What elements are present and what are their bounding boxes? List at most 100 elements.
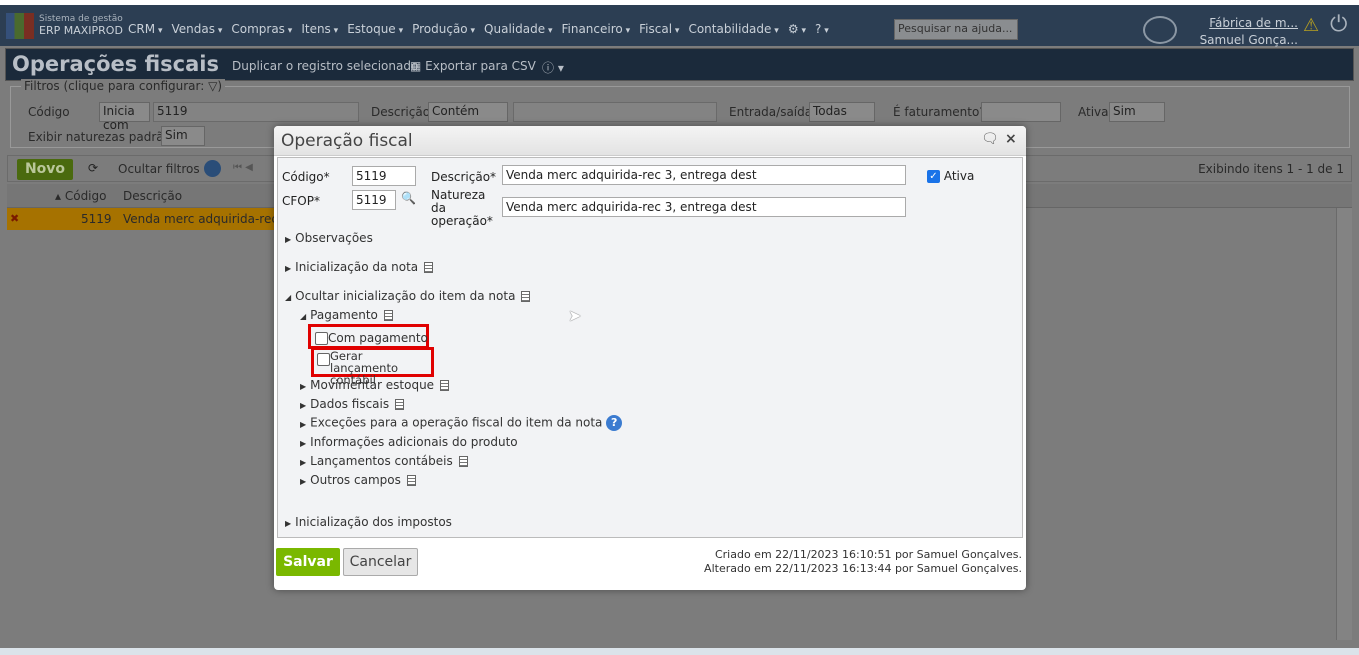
table-row[interactable]: ✖ 5119 Venda merc adquirida-rec 3: [7, 208, 289, 230]
menu-contabilidade[interactable]: Contabilidade: [688, 22, 778, 36]
descricao-operator-select[interactable]: Contém: [428, 102, 508, 122]
expand-icon: ▶: [300, 401, 307, 410]
menu-producao[interactable]: Produção: [412, 22, 475, 36]
help-icon[interactable]: ?: [606, 415, 623, 431]
codigo-operator-select[interactable]: Inicia com: [99, 102, 150, 132]
menu-financeiro[interactable]: Financeiro: [561, 22, 630, 36]
expand-icon: ▶: [285, 264, 292, 273]
notes-icon[interactable]: [521, 291, 531, 302]
section-impostos[interactable]: ▶ Inicialização dos impostos: [285, 515, 452, 529]
expand-icon: ▶: [300, 419, 307, 429]
user-menu[interactable]: Samuel Gonça...: [1200, 33, 1298, 47]
audit-info: Criado em 22/11/2023 16:10:51 por Samuel…: [704, 548, 1022, 576]
refresh-icon[interactable]: ⟳: [88, 161, 98, 175]
section-label: Dados fiscais: [310, 397, 390, 411]
expand-icon: ▶: [300, 477, 307, 486]
section-ocultar-item[interactable]: ◢ Ocultar inicialização do item da nota: [285, 289, 531, 303]
cfop-input[interactable]: 5119: [352, 190, 396, 210]
menu-itens[interactable]: Itens: [301, 22, 338, 36]
section-label: Exceções para a operação fiscal do item …: [310, 415, 603, 430]
cell-descricao: Venda merc adquirida-rec 3: [123, 212, 290, 226]
descricao-filter-input[interactable]: [513, 102, 717, 122]
section-label: Observações: [295, 231, 373, 245]
ativa-checkbox[interactable]: ✓ Ativa: [927, 169, 974, 183]
duplicate-link[interactable]: Duplicar o registro selecionado: [232, 59, 418, 73]
com-pagamento-checkbox[interactable]: Com pagamento: [315, 331, 428, 345]
hide-filters-button[interactable]: Ocultar filtros: [118, 162, 200, 176]
faturamento-select[interactable]: [981, 102, 1061, 122]
section-outros[interactable]: ▶ Outros campos: [300, 473, 416, 487]
ativa-label: Ativa: [1078, 105, 1109, 119]
column-descricao[interactable]: Descrição: [123, 189, 182, 203]
page-title: Operações fiscais: [12, 52, 219, 76]
save-button[interactable]: Salvar: [276, 548, 340, 576]
natureza-input[interactable]: Venda merc adquirida-rec 3, entrega dest: [502, 197, 906, 217]
export-csv-link[interactable]: ▦ Exportar para CSV: [410, 59, 536, 73]
cancel-button[interactable]: Cancelar: [343, 548, 418, 576]
section-lancamentos[interactable]: ▶ Lançamentos contábeis: [300, 454, 468, 468]
notes-icon[interactable]: [383, 310, 393, 321]
chat-icon[interactable]: [1143, 16, 1177, 44]
descricao-label: Descrição*: [431, 170, 497, 184]
notes-icon[interactable]: [424, 262, 434, 273]
filters-legend[interactable]: Filtros (clique para configurar:: [24, 79, 204, 93]
naturezas-label: Exibir naturezas padrão: [28, 130, 171, 144]
search-icon[interactable]: 🔍: [401, 191, 416, 205]
modified-info: Alterado em 22/11/2023 16:13:44 por Samu…: [704, 562, 1022, 575]
section-pagamento[interactable]: ◢ Pagamento: [300, 308, 393, 322]
descricao-filter-label: Descrição: [371, 105, 431, 119]
codigo-input[interactable]: 5119: [352, 166, 416, 186]
menu-vendas[interactable]: Vendas: [171, 22, 222, 36]
comment-icon[interactable]: 🗨: [981, 131, 999, 147]
section-label: Ocultar inicialização do item da nota: [295, 289, 516, 303]
collapse-icon: ◢: [285, 293, 292, 302]
help-icon[interactable]: ⓘ ▾: [542, 59, 564, 76]
gear-icon[interactable]: ⚙: [788, 22, 806, 36]
filter-icon[interactable]: ▽: [208, 79, 217, 93]
close-icon[interactable]: ×: [1005, 131, 1017, 147]
delete-icon[interactable]: ✖: [10, 212, 19, 225]
novo-button[interactable]: Novo: [17, 159, 73, 180]
dialog-body: Código* 5119 CFOP* 5119 🔍 Descrição* Ven…: [277, 157, 1023, 538]
menu-fiscal[interactable]: Fiscal: [639, 22, 679, 36]
warning-icon[interactable]: ⚠: [1303, 15, 1319, 36]
brand-line2: ERP MAXIPROD: [39, 24, 123, 37]
column-codigo[interactable]: ▴ Código: [55, 189, 106, 203]
menu-crm[interactable]: CRM: [128, 22, 162, 36]
section-excecoes[interactable]: ▶ Exceções para a operação fiscal do item…: [300, 415, 623, 431]
excel-icon: ▦: [410, 59, 426, 73]
menu-qualidade[interactable]: Qualidade: [484, 22, 552, 36]
ativa-select[interactable]: Sim: [1109, 102, 1165, 122]
first-page-icon[interactable]: ⏮ ◀: [233, 162, 253, 173]
company-link[interactable]: Fábrica de m...: [1209, 16, 1298, 30]
notes-icon[interactable]: [395, 399, 405, 410]
section-dados-fiscais[interactable]: ▶ Dados fiscais: [300, 397, 405, 411]
section-observacoes[interactable]: ▶ Observações: [285, 231, 373, 245]
ativa-label: Ativa: [943, 169, 975, 183]
section-label: Pagamento: [310, 308, 378, 322]
menu-compras[interactable]: Compras: [231, 22, 292, 36]
section-movimentar-estoque[interactable]: ▶ Movimentar estoque: [300, 378, 450, 392]
section-info-adicionais[interactable]: ▶ Informações adicionais do produto: [300, 435, 518, 449]
notes-icon[interactable]: [440, 380, 450, 391]
mouse-cursor-icon: ➤: [568, 306, 582, 325]
top-nav: Sistema de gestãoERP MAXIPROD CRM Vendas…: [0, 5, 1359, 47]
section-label: Inicialização da nota: [295, 260, 419, 274]
section-label: Movimentar estoque: [310, 378, 435, 392]
codigo-filter-input[interactable]: 5119: [153, 102, 359, 122]
naturezas-select[interactable]: Sim: [161, 126, 205, 146]
section-inicializacao-nota[interactable]: ▶ Inicialização da nota: [285, 260, 434, 274]
entrada-select[interactable]: Todas: [809, 102, 875, 122]
descricao-input[interactable]: Venda merc adquirida-rec 3, entrega dest: [502, 165, 906, 185]
help-icon[interactable]: [204, 160, 221, 177]
logo[interactable]: [6, 13, 34, 39]
menu-estoque[interactable]: Estoque: [347, 22, 403, 36]
checkbox-icon: [317, 353, 330, 366]
help-search-input[interactable]: Pesquisar na ajuda...: [894, 19, 1018, 40]
notes-icon[interactable]: [406, 475, 416, 486]
power-icon[interactable]: ⏻: [1330, 12, 1347, 37]
codigo-label: Código*: [282, 170, 330, 184]
notes-icon[interactable]: [458, 456, 468, 467]
help-icon[interactable]: ?: [815, 22, 829, 36]
grid-scrollbar[interactable]: [1336, 208, 1352, 640]
